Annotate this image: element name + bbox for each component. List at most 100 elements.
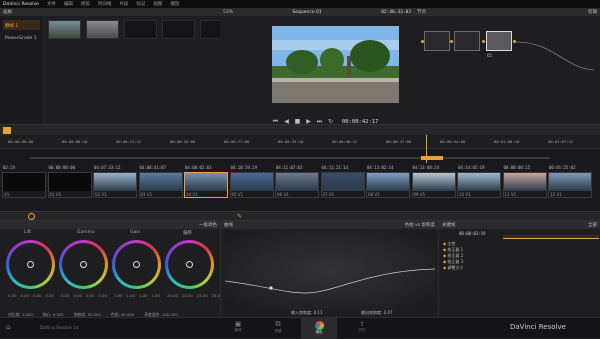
wheel-value[interactable]: 1.00 bbox=[139, 293, 147, 298]
menu-clip[interactable]: 片段 bbox=[119, 1, 128, 7]
clip-timecode: 04:11:07:03 bbox=[276, 165, 303, 170]
wheel-value[interactable]: 1.00 bbox=[114, 293, 122, 298]
clip-timecode: 00:00:00:00 bbox=[48, 165, 76, 170]
still-slot[interactable] bbox=[162, 20, 195, 39]
page-color-label: 调色 bbox=[315, 330, 323, 334]
still-slot[interactable] bbox=[124, 20, 157, 39]
wheel-value[interactable]: 25.00 bbox=[182, 293, 193, 298]
wheel-handle[interactable] bbox=[186, 261, 193, 268]
wheel-value[interactable]: 0.00 bbox=[73, 293, 81, 298]
menu-play[interactable]: 播放 bbox=[170, 1, 179, 7]
node-01[interactable] bbox=[424, 31, 450, 51]
clip-label: 11 V1 bbox=[504, 192, 517, 197]
node-selected[interactable] bbox=[486, 31, 512, 51]
color-wheel[interactable] bbox=[165, 240, 214, 289]
clip-thumbnail[interactable]: 04:08:41:07 03 V1 bbox=[138, 165, 183, 198]
album-still[interactable]: 静帧 1 bbox=[3, 20, 40, 30]
clip-label: 04 V1 bbox=[186, 192, 198, 197]
clip-thumbnail[interactable]: 04:14:05:19 10 V1 bbox=[457, 165, 501, 198]
menu-mark[interactable]: 标记 bbox=[136, 1, 145, 7]
page-deliver[interactable]: ⇪ 交付 bbox=[352, 320, 372, 333]
wheel-values: 0.00 0.00 0.00 0.00 bbox=[8, 293, 54, 298]
color-wheel[interactable] bbox=[6, 240, 55, 289]
wheel-value[interactable]: 0.00 bbox=[45, 293, 53, 298]
wheel-handle[interactable] bbox=[27, 261, 34, 268]
sequence-name[interactable]: Sequence 01 bbox=[292, 10, 321, 15]
wheel-value[interactable]: 1.00 bbox=[151, 293, 159, 298]
wheel-value[interactable]: 0.00 bbox=[20, 293, 28, 298]
menu-view[interactable]: 视图 bbox=[153, 1, 162, 7]
clip-thumbnail[interactable]: 00:00:00:15 11 V1 bbox=[502, 165, 547, 198]
gallery-panel: 画廊 静帧 1 PowerGrade 1 bbox=[0, 8, 233, 124]
page-media[interactable]: ▣ 媒体 bbox=[228, 320, 248, 333]
keyframe-row[interactable]: ◆ 调整大小 bbox=[443, 265, 463, 271]
clip-thumbnail[interactable]: 00:00:00:00 01 V1 bbox=[47, 165, 92, 198]
node-mode[interactable]: 剪辑 bbox=[588, 9, 597, 15]
menu-trim[interactable]: 修剪 bbox=[81, 1, 90, 7]
clip-timecode: 02:24 bbox=[3, 165, 16, 170]
curve-input-readout: 输入饱和度: 0.11 bbox=[291, 310, 323, 315]
wheel-value[interactable]: 0.00 bbox=[8, 293, 16, 298]
menu-timeline[interactable]: 时间线 bbox=[98, 1, 112, 7]
playhead-marker[interactable] bbox=[426, 135, 427, 165]
wheel-value[interactable]: 0.00 bbox=[61, 293, 69, 298]
clip-thumbnail[interactable]: 04:13:08:24 09 V1 bbox=[411, 165, 456, 198]
wheels-header: 一级调色 bbox=[0, 221, 220, 229]
album-powergrade[interactable]: PowerGrade 1 bbox=[3, 34, 40, 43]
mini-timeline[interactable] bbox=[0, 135, 600, 165]
picker-tool-icon[interactable]: ✎ bbox=[237, 213, 242, 220]
viewer-frame bbox=[272, 26, 399, 103]
still-thumb[interactable] bbox=[86, 20, 119, 39]
wheel-values: 0.00 0.00 0.00 0.00 bbox=[61, 293, 107, 298]
color-wheel[interactable] bbox=[59, 240, 108, 289]
wheel-handle[interactable] bbox=[80, 261, 87, 268]
wheels-tool-icon[interactable] bbox=[28, 213, 35, 220]
page-edit[interactable]: ⧉ 剪辑 bbox=[268, 320, 288, 334]
clip-timecode: 04:08:02:03 bbox=[185, 165, 212, 170]
clip-thumbnail[interactable]: 04:13:02:14 08 V1 bbox=[366, 165, 410, 198]
clip-thumbnail[interactable]: 00:01:25:02 12 V1 bbox=[548, 165, 592, 198]
ruler-tick: 00:00:33:18 bbox=[278, 139, 304, 144]
ruler-tick: 00:00:40:12 bbox=[332, 139, 358, 144]
clip-image bbox=[321, 173, 364, 191]
wheel-value[interactable]: 0.00 bbox=[98, 293, 106, 298]
wheel-value[interactable]: 0.00 bbox=[86, 293, 94, 298]
version-label: DaVinci Resolve 14 bbox=[40, 325, 79, 330]
media-page-icon: ▣ bbox=[234, 320, 242, 328]
keyframe-row-label: 调整大小 bbox=[447, 265, 464, 270]
page-color[interactable]: 调色 bbox=[301, 318, 337, 339]
node-label: 05 bbox=[487, 53, 493, 58]
still-thumb[interactable] bbox=[48, 20, 81, 39]
node-panel: 节点 剪辑 05 bbox=[414, 8, 600, 124]
clip-icon[interactable] bbox=[3, 127, 11, 134]
keyframes-filter[interactable]: 全部 bbox=[588, 222, 597, 228]
curves-mode[interactable]: 色相 vs 饱和度 bbox=[405, 222, 435, 228]
wheel-value[interactable]: 1.00 bbox=[126, 293, 134, 298]
home-icon[interactable]: ⌂ bbox=[6, 323, 10, 331]
wheel-handle[interactable] bbox=[133, 261, 140, 268]
clip-thumbnail[interactable]: 04:08:02:03 04 V1 bbox=[184, 165, 228, 198]
keyframe-row-label: 主控 bbox=[447, 241, 456, 246]
node-02[interactable] bbox=[454, 31, 480, 51]
wheel-value[interactable]: 0.00 bbox=[33, 293, 41, 298]
wheel-value[interactable]: 25.00 bbox=[167, 293, 178, 298]
node-connector bbox=[421, 40, 424, 43]
curve-graph[interactable] bbox=[224, 231, 436, 309]
ruler-tick: 00:01:00:18 bbox=[494, 139, 520, 144]
gallery-title: 画廊 bbox=[3, 10, 12, 15]
clip-thumbnail[interactable]: 04:10:59:19 05 V1 bbox=[229, 165, 274, 198]
zoom-level[interactable]: 53% bbox=[223, 10, 233, 15]
clip-thumbnail[interactable]: 04:11:21:14 07 V1 bbox=[320, 165, 365, 198]
menu-edit[interactable]: 编辑 bbox=[64, 1, 73, 7]
clip-label: 08 V1 bbox=[368, 192, 380, 197]
clip-thumbnail[interactable]: 04:11:07:03 06 V1 bbox=[275, 165, 319, 198]
menu-file[interactable]: 文件 bbox=[47, 1, 56, 7]
clip-label: 03 V1 bbox=[140, 192, 153, 197]
color-wheel[interactable] bbox=[112, 240, 161, 289]
clip-thumbnail[interactable]: 02:24 V1 bbox=[2, 165, 46, 198]
wheel-value[interactable]: 25.00 bbox=[197, 293, 208, 298]
mini-track bbox=[30, 157, 550, 159]
clip-thumbnail[interactable]: 04:07:33:12 02 V1 bbox=[93, 165, 137, 198]
curve-line bbox=[224, 268, 436, 294]
clip-timecode: 04:10:59:19 bbox=[230, 165, 258, 170]
